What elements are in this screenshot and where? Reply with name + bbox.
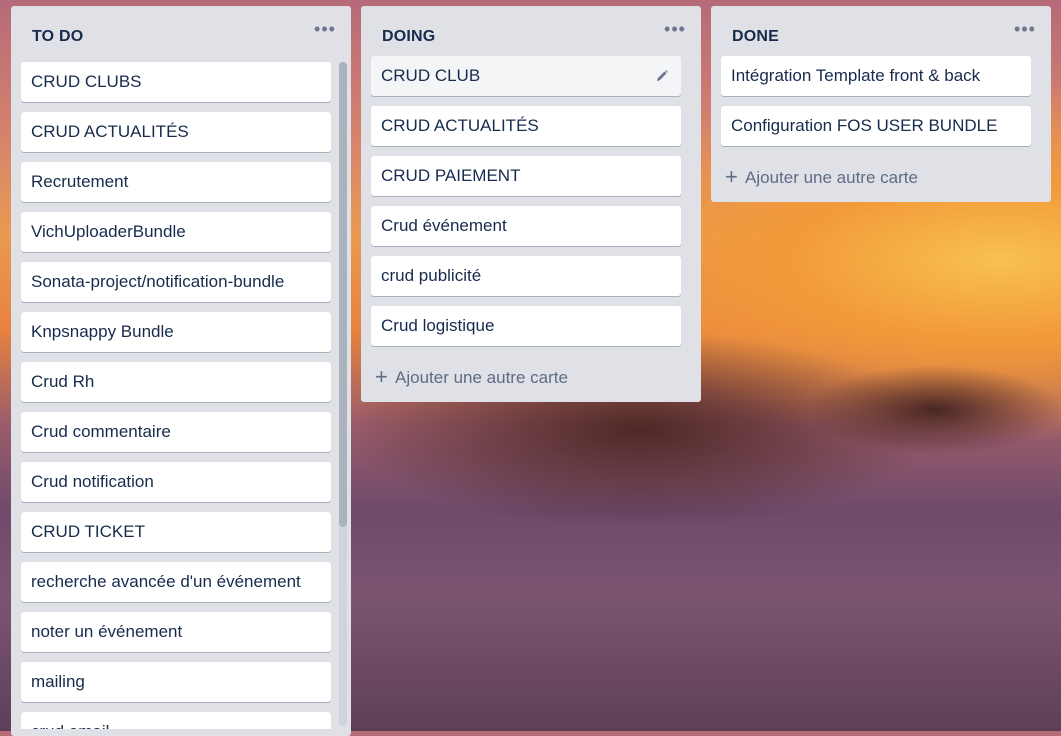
list-menu-icon[interactable]: ••• bbox=[313, 20, 337, 42]
card[interactable]: Sonata-project/notification-bundle bbox=[21, 262, 331, 302]
list-header: DONE ••• bbox=[711, 6, 1051, 56]
card[interactable]: CRUD PAIEMENT bbox=[371, 156, 681, 196]
card[interactable]: Crud logistique bbox=[371, 306, 681, 346]
cards-container: CRUD CLUBS CRUD ACTUALITÉS Recrutement V… bbox=[21, 62, 333, 729]
list-menu-icon[interactable]: ••• bbox=[1013, 20, 1037, 42]
card[interactable]: Intégration Template front & back bbox=[721, 56, 1031, 96]
card[interactable]: CRUD ACTUALITÉS bbox=[371, 106, 681, 146]
card[interactable]: noter un événement bbox=[21, 612, 331, 652]
card[interactable]: CRUD TICKET bbox=[21, 512, 331, 552]
card[interactable]: Crud notification bbox=[21, 462, 331, 502]
card[interactable]: VichUploaderBundle bbox=[21, 212, 331, 252]
card-title: CRUD CLUB bbox=[381, 66, 481, 85]
list-todo: TO DO ••• CRUD CLUBS CRUD ACTUALITÉS Rec… bbox=[11, 6, 351, 736]
card[interactable]: Crud commentaire bbox=[21, 412, 331, 452]
list-doing: DOING ••• CRUD CLUB CRUD ACTUALITÉS CRUD… bbox=[361, 6, 701, 402]
list-title[interactable]: TO DO bbox=[32, 28, 83, 46]
list-title[interactable]: DONE bbox=[732, 28, 779, 46]
add-card-label: Ajouter une autre carte bbox=[395, 368, 568, 387]
list-header: DOING ••• bbox=[361, 6, 701, 56]
card[interactable]: crud publicité bbox=[371, 256, 681, 296]
plus-icon: + bbox=[725, 164, 738, 189]
card[interactable]: Crud événement bbox=[371, 206, 681, 246]
card[interactable]: recherche avancée d'un événement bbox=[21, 562, 331, 602]
card[interactable]: Crud Rh bbox=[21, 362, 331, 402]
list-menu-icon[interactable]: ••• bbox=[663, 20, 687, 42]
add-card-button[interactable]: + Ajouter une autre carte bbox=[725, 164, 918, 189]
add-card-label: Ajouter une autre carte bbox=[745, 168, 918, 187]
list-title[interactable]: DOING bbox=[382, 28, 435, 46]
pencil-icon[interactable] bbox=[655, 69, 669, 83]
card[interactable]: crud email bbox=[21, 712, 331, 729]
card[interactable]: CRUD CLUB bbox=[371, 56, 681, 96]
list-done: DONE ••• Intégration Template front & ba… bbox=[711, 6, 1051, 202]
card[interactable]: mailing bbox=[21, 662, 331, 702]
add-card-button[interactable]: + Ajouter une autre carte bbox=[375, 364, 568, 389]
card[interactable]: Recrutement bbox=[21, 162, 331, 202]
card[interactable]: Configuration FOS USER BUNDLE bbox=[721, 106, 1031, 146]
list-header: TO DO ••• bbox=[11, 6, 351, 56]
board: TO DO ••• CRUD CLUBS CRUD ACTUALITÉS Rec… bbox=[0, 0, 1061, 736]
card[interactable]: CRUD CLUBS bbox=[21, 62, 331, 102]
scrollbar-thumb[interactable] bbox=[339, 62, 347, 527]
plus-icon: + bbox=[375, 364, 388, 389]
card[interactable]: CRUD ACTUALITÉS bbox=[21, 112, 331, 152]
scrollbar[interactable] bbox=[339, 62, 347, 726]
card[interactable]: Knpsnappy Bundle bbox=[21, 312, 331, 352]
